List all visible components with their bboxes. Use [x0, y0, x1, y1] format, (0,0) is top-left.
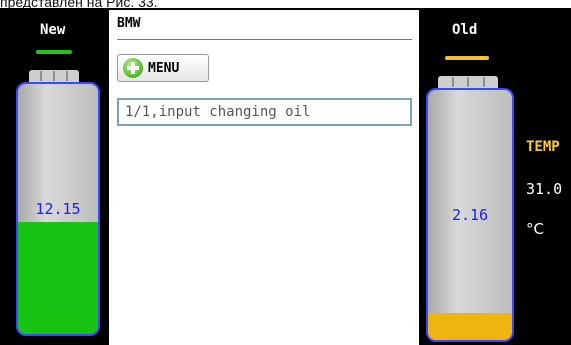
new-oil-bottle: 12.15 [16, 82, 100, 336]
temperature-unit: °C [526, 220, 544, 238]
new-oil-level: 12.15 [35, 200, 81, 218]
center-panel: BMW MENU 1/1,input changing oil [109, 10, 419, 345]
new-bottle-cap [29, 70, 79, 82]
temperature-value: 31.0 [526, 180, 563, 198]
oil-change-screen: New 12.15 BMW MENU 1/1,input changing oi… [0, 8, 571, 345]
menu-button[interactable]: MENU [117, 54, 209, 82]
old-panel-title: Old [452, 22, 478, 38]
car-model: BMW [117, 16, 141, 31]
old-oil-level: 2.16 [451, 206, 489, 224]
old-oil-fill [428, 312, 512, 340]
caption-text: представлен на Рис. 33. [0, 0, 158, 8]
old-bottle-cap [438, 76, 498, 88]
new-panel-title: New [40, 22, 66, 38]
oil-input-field[interactable]: 1/1,input changing oil [117, 98, 412, 126]
new-indicator-bar [36, 50, 72, 54]
plus-icon [123, 58, 143, 78]
menu-button-label: MENU [148, 60, 180, 76]
new-oil-fill [18, 221, 98, 334]
old-indicator-bar [445, 56, 489, 60]
temperature-label: TEMP [526, 139, 560, 155]
old-oil-bottle: 2.16 [426, 88, 514, 342]
divider [117, 39, 412, 40]
